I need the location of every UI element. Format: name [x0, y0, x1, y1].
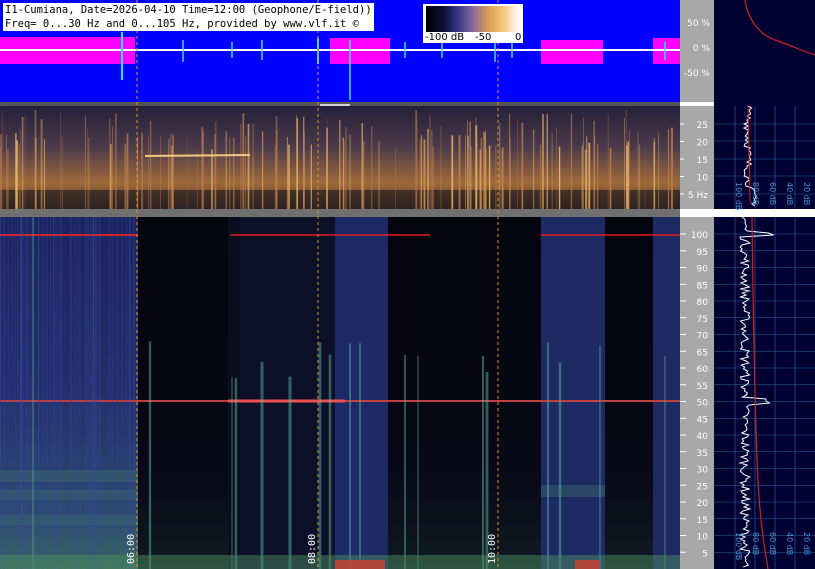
high-frequency-spectrogram: [0, 217, 680, 569]
high-freq-tick-label: 45: [697, 415, 708, 425]
high-freq-tick-label: 55: [697, 382, 708, 392]
high-freq-tick-label: 80: [697, 298, 709, 308]
waveform-burst: [541, 40, 603, 64]
side-db-label: 100 dB: [734, 182, 743, 210]
high-freq-tick-label: 35: [697, 449, 708, 459]
header-line-1: I1-Cumiana, Date=2026-04-10 Time=12:00 (…: [5, 4, 372, 16]
high-freq-tick-label: 75: [697, 315, 708, 325]
time-marker-08: 08:00: [307, 534, 318, 564]
high-freq-tick-label: 40: [697, 432, 709, 442]
high-freq-tick-label: 5: [702, 549, 708, 559]
side-db-label: 100 dB: [734, 532, 743, 560]
time-marker-06: 06:00: [126, 534, 137, 564]
waveform-tick-label: 0 %: [693, 44, 711, 54]
header-caption: I1-Cumiana, Date=2026-04-10 Time=12:00 (…: [3, 3, 374, 31]
colorbar-legend: -100 dB -50 0: [423, 4, 523, 43]
low-frequency-spectrogram: [0, 104, 680, 209]
high-freq-tick-label: 60: [697, 365, 709, 375]
side-db-label: 80 dB: [751, 532, 760, 555]
colorbar-label-min: -100 dB: [425, 32, 465, 43]
colorbar-gradient: [426, 6, 520, 32]
high-freq-tick-label: 70: [697, 332, 709, 342]
spectrogram-display: 06:00 08:00 10:00 50 %0 %-50 % 252015105…: [0, 0, 815, 569]
high-freq-tick-label: 65: [697, 348, 708, 358]
side-db-label: 20 dB: [802, 182, 811, 205]
high-freq-tick-label: 100: [691, 231, 708, 241]
low-freq-tick-label: 5 Hz: [688, 191, 708, 201]
low-freq-tick-label: 20: [697, 139, 709, 149]
high-freq-tick-label: 50: [697, 399, 709, 409]
high-freq-tick-label: 90: [697, 265, 709, 275]
high-freq-tick-label: 20: [697, 499, 709, 509]
side-db-label: 60 dB: [768, 182, 777, 205]
time-marker-10: 10:00: [487, 534, 498, 564]
side-db-label: 80 dB: [751, 182, 760, 205]
high-freq-tick-label: 95: [697, 248, 708, 258]
waveform-tick-label: -50 %: [684, 69, 711, 79]
waveform-tick-label: 50 %: [687, 19, 710, 29]
side-db-label: 20 dB: [802, 532, 811, 555]
low-freq-tick-label: 25: [697, 121, 708, 131]
colorbar-label-mid: -50: [475, 32, 492, 43]
high-freq-tick-label: 10: [697, 533, 709, 543]
high-freq-tick-label: 15: [697, 516, 708, 526]
frequency-axis: 50 % 0 % -50 % 25 20 15 10 5 Hz 100 95 90 85 80 75 7…: [680, 0, 714, 569]
side-db-label: 40 dB: [785, 532, 794, 555]
side-spectrum-panels: 100 dB 80 dB 60 dB 40 dB 20 dB 100 dB 80 dB 60…: [714, 0, 815, 569]
high-freq-tick-label: 30: [697, 466, 709, 476]
low-freq-tick-label: 15: [697, 156, 708, 166]
header-line-2: Freq= 0...30 Hz and 0...105 Hz, provided…: [5, 18, 360, 30]
side-db-label: 40 dB: [785, 182, 794, 205]
high-freq-tick-label: 85: [697, 281, 708, 291]
low-freq-tick-label: 10: [697, 174, 709, 184]
colorbar-label-max: 0: [515, 32, 522, 43]
high-freq-tick-label: 25: [697, 482, 708, 492]
side-db-label: 60 dB: [768, 532, 777, 555]
